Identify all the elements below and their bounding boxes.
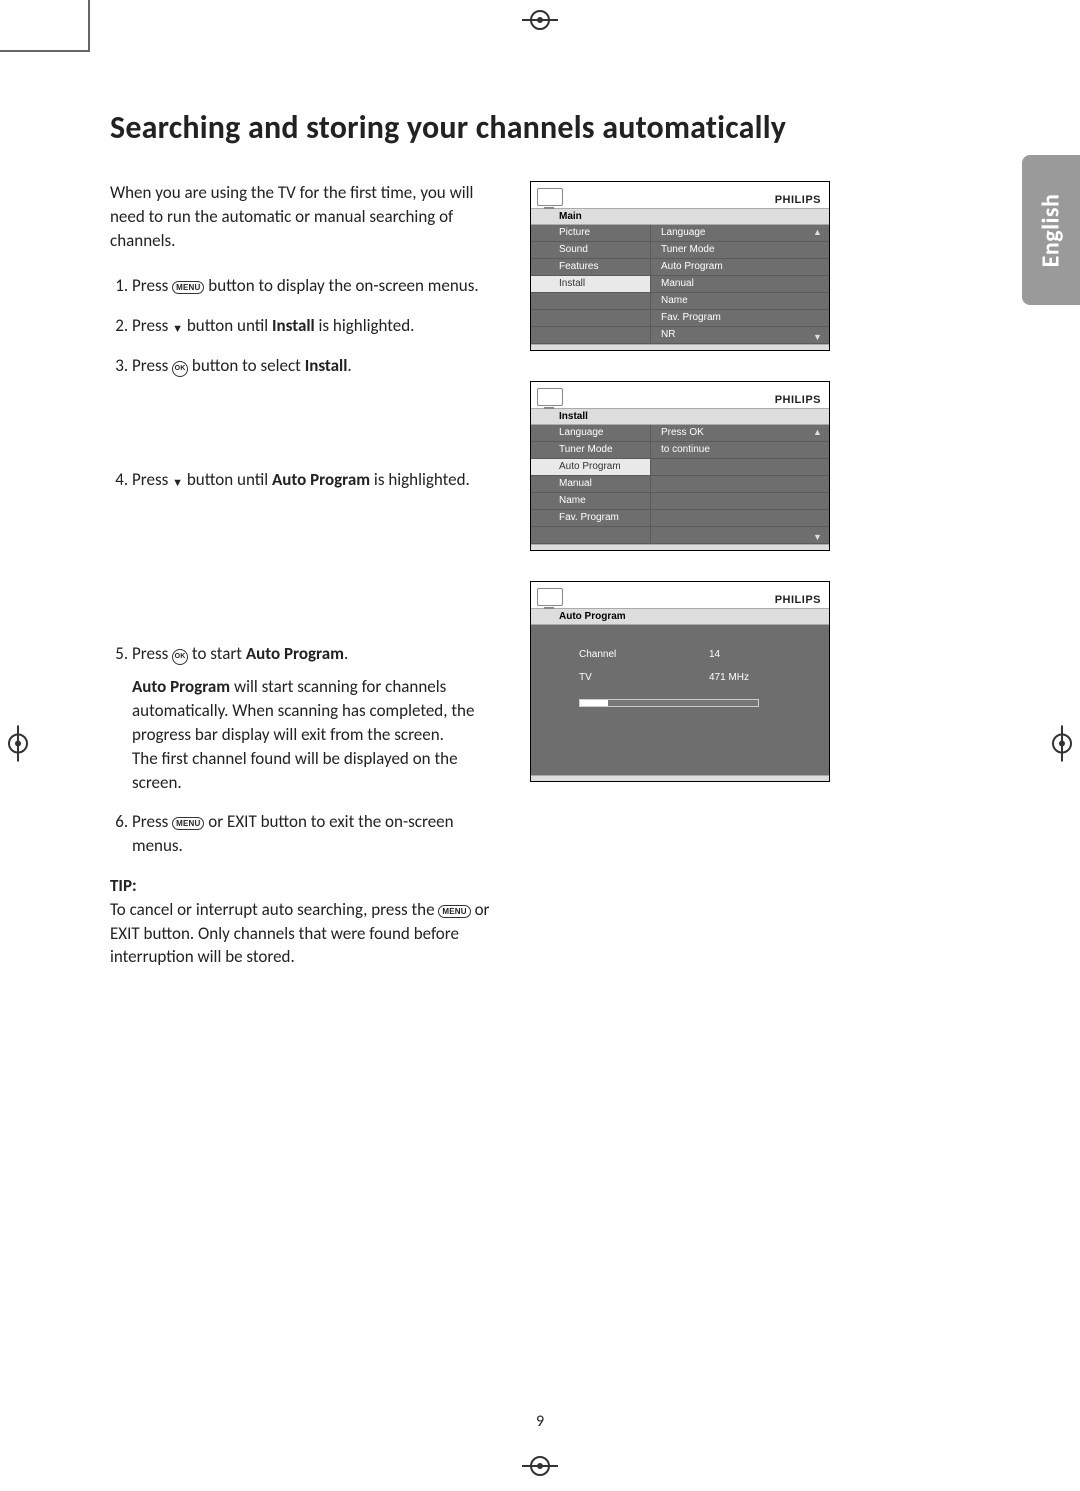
registration-mark-right (1052, 731, 1072, 760)
crop-mark (0, 50, 90, 52)
ok-button-icon: OK (172, 649, 188, 665)
intro-paragraph: When you are using the TV for the first … (110, 181, 490, 252)
osd-row: PictureLanguage (531, 225, 829, 242)
brand-logo: PHILIPS (775, 594, 821, 606)
tv-icon (537, 388, 563, 406)
page-title: Searching and storing your channels auto… (110, 108, 970, 147)
tv-icon (537, 188, 563, 206)
step-4: Press ▼ button until Auto Program is hig… (132, 468, 490, 492)
osd-title: Auto Program (531, 608, 829, 625)
osd-row: SoundTuner Mode (531, 242, 829, 259)
menu-button-icon: MENU (438, 905, 470, 918)
osd-title: Install (531, 408, 829, 425)
osd-tv-row: TV471 MHz (531, 666, 829, 689)
menu-button-icon: MENU (172, 817, 204, 830)
down-arrow-icon: ▼ (172, 476, 183, 489)
scroll-arrows-icon: ▲▼ (813, 425, 825, 544)
osd-main-menu: PHILIPS Main ▲▼ PictureLanguageSoundTune… (530, 181, 830, 351)
osd-row: Fav. Program (531, 510, 829, 527)
steps-list: Press MENU button to display the on-scre… (110, 274, 490, 858)
ok-button-icon: OK (172, 361, 188, 377)
registration-mark-left (8, 731, 28, 760)
brand-logo: PHILIPS (775, 394, 821, 406)
osd-row: Auto Program (531, 459, 829, 476)
osd-install-menu: PHILIPS Install ▲▼ LanguagePress OKTuner… (530, 381, 830, 551)
scroll-arrows-icon: ▲▼ (813, 225, 825, 344)
progress-bar (579, 699, 759, 707)
step-6: Press MENU or EXIT button to exit the on… (132, 810, 490, 858)
brand-logo: PHILIPS (775, 194, 821, 206)
crop-mark (88, 0, 90, 52)
osd-row: Manual (531, 476, 829, 493)
step-5: Press OK to start Auto Program. Auto Pro… (132, 642, 490, 795)
page-number: 9 (536, 1412, 544, 1431)
tv-icon (537, 588, 563, 606)
tip-label: TIP: (110, 874, 490, 898)
tip-text: To cancel or interrupt auto searching, p… (110, 898, 490, 969)
registration-mark-bottom (530, 1454, 550, 1483)
menu-button-icon: MENU (172, 281, 204, 294)
osd-row: FeaturesAuto Program (531, 259, 829, 276)
step-2: Press ▼ button until Install is highligh… (132, 314, 490, 338)
osd-row: InstallManual (531, 276, 829, 293)
step-3: Press OK button to select Install. (132, 354, 490, 378)
down-arrow-icon: ▼ (172, 322, 183, 335)
osd-row: Tuner Modeto continue (531, 442, 829, 459)
language-tab: English (1022, 155, 1080, 305)
osd-row (531, 527, 829, 544)
registration-mark-top (530, 8, 550, 37)
osd-row: Fav. Program (531, 310, 829, 327)
osd-row: Name (531, 293, 829, 310)
osd-row: NR (531, 327, 829, 344)
osd-channel-row: Channel14 (531, 643, 829, 666)
osd-title: Main (531, 208, 829, 225)
osd-auto-program: PHILIPS Auto Program Channel14 TV471 MHz (530, 581, 830, 782)
osd-row: Name (531, 493, 829, 510)
osd-row: LanguagePress OK (531, 425, 829, 442)
step-1: Press MENU button to display the on-scre… (132, 274, 490, 298)
